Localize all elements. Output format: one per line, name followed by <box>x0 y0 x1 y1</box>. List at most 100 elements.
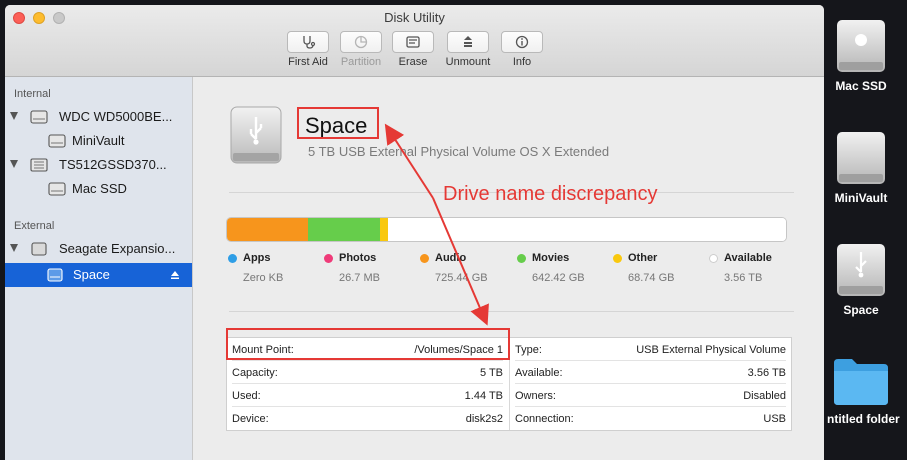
external-drive-icon <box>29 241 49 260</box>
sidebar-item-mac-ssd[interactable]: Mac SSD <box>5 177 192 201</box>
sidebar-item-label: Space <box>73 267 110 282</box>
info-value: 1.44 TB <box>464 390 503 402</box>
disclosure-triangle-icon[interactable] <box>10 244 18 252</box>
sidebar-item-label: Seagate Expansio... <box>59 241 176 256</box>
usage-segment-other <box>380 218 388 241</box>
usb-drive-icon <box>837 244 885 296</box>
window-title: Disk Utility <box>384 10 445 25</box>
info-value: 3.56 TB <box>747 367 786 379</box>
info-row-used: Used: 1.44 TB <box>227 384 507 407</box>
first-aid-button[interactable] <box>287 31 329 53</box>
info-value: Disabled <box>743 390 786 402</box>
disclosure-triangle-icon[interactable] <box>10 160 18 168</box>
unmount-toolbar-item[interactable]: Unmount <box>438 31 498 68</box>
internal-section-header: Internal <box>14 88 51 100</box>
info-key: Used: <box>232 390 261 402</box>
info-row-type: Type: USB External Physical Volume <box>510 338 790 361</box>
info-key: Capacity: <box>232 367 278 379</box>
sidebar-item-label: TS512GSSD370... <box>59 157 167 172</box>
disclosure-triangle-icon[interactable] <box>10 112 18 120</box>
legend-size: 68.74 GB <box>628 272 675 284</box>
usage-segment-audio <box>227 218 308 241</box>
legend-name: Available <box>724 252 772 264</box>
title-bar: Disk Utility First Aid Partition Erase U… <box>5 5 824 77</box>
legend-size: Zero KB <box>243 272 284 284</box>
info-key: Device: <box>232 413 269 425</box>
desktop-icon-minivault[interactable]: MiniVault <box>821 130 901 205</box>
unmount-icon <box>464 36 472 47</box>
info-value: 5 TB <box>479 367 503 379</box>
erase-disk-icon <box>406 36 420 48</box>
unmount-label: Unmount <box>445 56 491 68</box>
hard-drive-icon <box>29 109 49 128</box>
legend-swatch <box>613 254 622 263</box>
hard-drive-apple-icon <box>837 20 885 72</box>
desktop-icon-label: Mac SSD <box>835 79 887 93</box>
partition-label: Partition <box>340 56 382 68</box>
eject-icon[interactable] <box>170 268 180 283</box>
disk-utility-window: Disk Utility First Aid Partition Erase U… <box>5 5 824 460</box>
erase-toolbar-item[interactable]: Erase <box>383 31 443 68</box>
sidebar-item-label: Mac SSD <box>72 181 127 196</box>
annotation-box-drive-name <box>297 107 379 139</box>
info-button[interactable] <box>501 31 543 53</box>
legend-swatch <box>228 254 237 263</box>
partition-toolbar-item[interactable]: Partition <box>331 31 391 68</box>
info-value: disk2s2 <box>465 413 503 425</box>
drive-description: 5 TB USB External Physical Volume OS X E… <box>308 144 610 159</box>
external-section-header: External <box>14 220 55 232</box>
legend-swatch <box>517 254 526 263</box>
sidebar-item-ts512-disk[interactable]: TS512GSSD370... <box>5 153 192 177</box>
desktop-icon-label: MiniVault <box>834 191 888 205</box>
desktop-icon-label: ntitled folder <box>827 412 900 426</box>
hard-drive-icon <box>837 132 885 184</box>
info-value: USB <box>763 413 786 425</box>
legend-name: Audio <box>435 252 467 264</box>
first-aid-toolbar-item[interactable]: First Aid <box>278 31 338 68</box>
legend-name: Apps <box>243 252 271 264</box>
legend-size: 3.56 TB <box>724 272 763 284</box>
desktop-icon-mac-ssd[interactable]: Mac SSD <box>821 18 901 93</box>
info-key: Available: <box>515 367 563 379</box>
legend-swatch <box>709 254 718 263</box>
legend-size: 26.7 MB <box>339 272 380 284</box>
usb-drive-icon <box>230 106 282 164</box>
sidebar-item-wdc-disk[interactable]: WDC WD5000BE... <box>5 105 192 129</box>
info-key: Type: <box>515 344 542 356</box>
desktop-icon-space[interactable]: Space <box>821 242 901 317</box>
annotation-box-mount-point <box>226 328 510 360</box>
pie-icon <box>354 35 368 49</box>
info-row-device: Device: disk2s2 <box>227 407 507 430</box>
desktop-icon-label: Space <box>843 303 879 317</box>
info-row-connection: Connection: USB <box>510 407 790 430</box>
unmount-button[interactable] <box>447 31 489 53</box>
volume-icon <box>45 267 65 286</box>
desktop-icon-untitled-folder[interactable]: ntitled folder <box>821 355 901 426</box>
usage-segment-movies <box>308 218 380 241</box>
ssd-icon <box>29 157 49 176</box>
info-label: Info <box>512 56 532 68</box>
legend-size: 642.42 GB <box>532 272 585 284</box>
hard-drive-icon <box>47 133 67 152</box>
sidebar-item-label: MiniVault <box>72 133 125 148</box>
erase-label: Erase <box>398 56 428 68</box>
stethoscope-icon <box>303 36 316 49</box>
sidebar-item-seagate-disk[interactable]: Seagate Expansio... <box>5 237 192 261</box>
legend-name: Other <box>628 252 658 264</box>
info-row-owners: Owners: Disabled <box>510 384 790 407</box>
erase-button[interactable] <box>392 31 434 53</box>
legend-swatch <box>324 254 333 263</box>
sidebar: Internal WDC WD5000BE... MiniVault TS512… <box>5 77 193 460</box>
main-pane: Space 5 TB USB External Physical Volume … <box>193 77 824 460</box>
legend-name: Movies <box>532 252 570 264</box>
info-row-capacity: Capacity: 5 TB <box>227 361 507 384</box>
info-key: Connection: <box>515 413 574 425</box>
info-toolbar-item[interactable]: Info <box>492 31 552 68</box>
divider <box>229 311 794 312</box>
usage-segment-available <box>388 218 786 241</box>
sidebar-item-space[interactable]: Space <box>5 263 192 287</box>
partition-button[interactable] <box>340 31 382 53</box>
sidebar-item-minivault[interactable]: MiniVault <box>5 129 192 153</box>
legend-size: 725.44 GB <box>435 272 488 284</box>
storage-usage-bar <box>226 217 787 242</box>
